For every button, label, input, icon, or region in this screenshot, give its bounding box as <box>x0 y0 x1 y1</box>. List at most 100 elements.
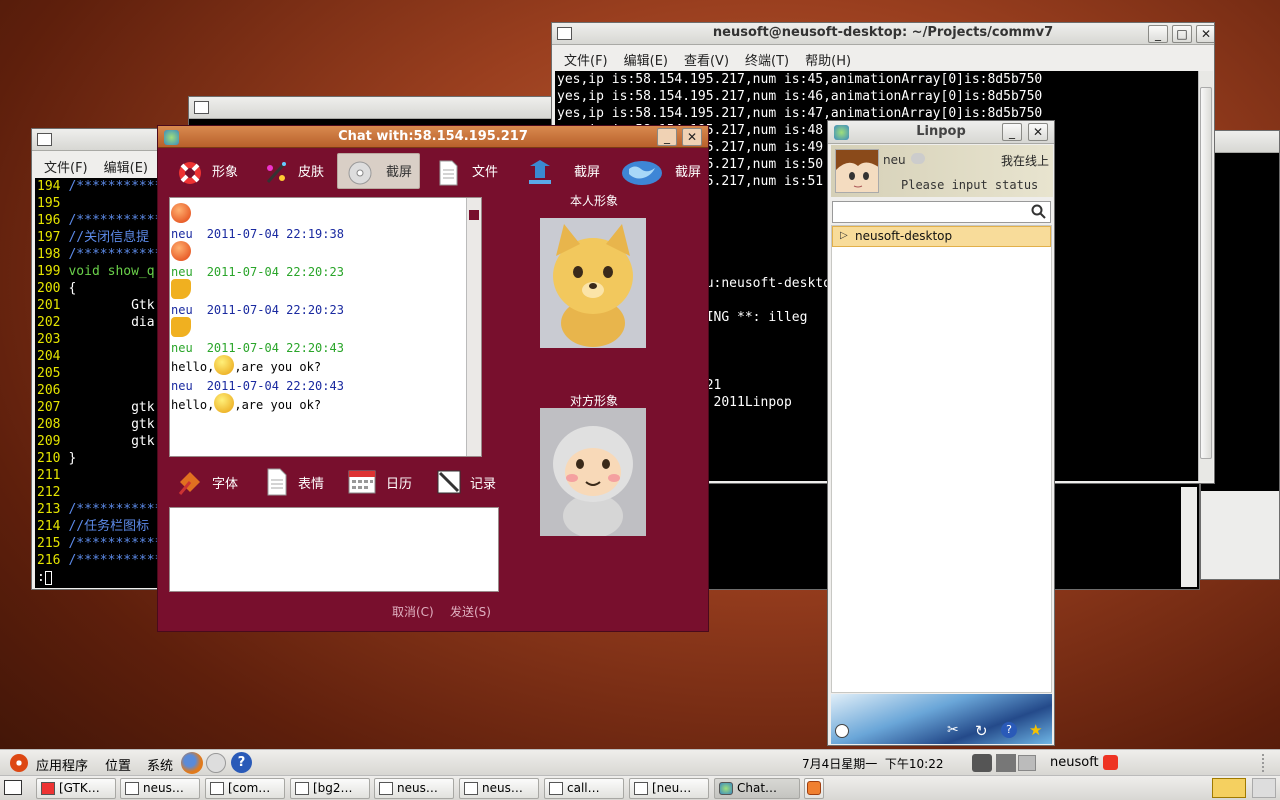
menu-terminal[interactable]: 终端(T) <box>745 54 789 69</box>
mail-icon[interactable] <box>206 753 226 773</box>
tool-calendar[interactable]: 日历 <box>348 468 428 496</box>
star-icon[interactable]: ★ <box>1029 721 1042 739</box>
line-number: 200 <box>37 281 61 296</box>
taskbar-button[interactable]: [com… <box>205 778 285 799</box>
system-menu[interactable]: 系统 <box>147 755 173 774</box>
tool-screenshot-2[interactable]: 截屏 <box>526 156 601 190</box>
workspace-2[interactable] <box>1252 778 1276 798</box>
message-history[interactable]: neu 2011-07-04 22:19:38 neu 2011-07-04 22:2… <box>169 197 482 457</box>
help-icon[interactable]: ? <box>1001 722 1017 738</box>
document-icon <box>439 160 458 186</box>
show-desktop-icon[interactable] <box>4 780 22 795</box>
code-line: 195 <box>37 195 162 212</box>
tool-history[interactable]: 记录 <box>436 468 516 496</box>
applications-menu[interactable]: 应用程序 <box>36 755 88 774</box>
history-scrollbar[interactable] <box>466 198 481 456</box>
tool-screenshot-3[interactable]: 截屏 <box>621 156 701 190</box>
taskbar-button[interactable]: [neu… <box>629 778 709 799</box>
tool-label: 皮肤 <box>298 165 325 180</box>
taskbar-button-label: neus… <box>397 781 438 795</box>
code-text: { <box>68 281 77 296</box>
scrollbar-thumb[interactable] <box>1200 87 1212 459</box>
online-status[interactable]: 我在线上 <box>1001 152 1049 169</box>
terminal-scrollbar[interactable] <box>1198 71 1213 481</box>
code-text: dia <box>68 315 155 330</box>
line-number: 197 <box>37 230 61 245</box>
clock[interactable]: 7月4日星期一 下午10:22 <box>802 755 943 772</box>
code-line: 197 //关闭信息提 <box>37 229 162 246</box>
places-menu[interactable]: 位置 <box>105 755 131 774</box>
taskbar-button[interactable]: neus… <box>459 778 539 799</box>
taskbar-button[interactable]: call… <box>544 778 624 799</box>
minimize-button[interactable]: _ <box>657 128 677 146</box>
power-icon[interactable] <box>1103 755 1118 770</box>
maximize-button[interactable]: □ <box>1172 25 1192 43</box>
taskbar-button[interactable]: [bg2… <box>290 778 370 799</box>
scrollbar[interactable] <box>1181 487 1197 587</box>
expander-icon[interactable]: ▷ <box>840 230 848 241</box>
menu-view[interactable]: 查看(V) <box>684 54 729 69</box>
menu-bar: 文件(F) 编辑(E) 查看(V) 终端(T) 帮助(H) <box>564 50 867 69</box>
volume-icon[interactable] <box>996 754 1016 772</box>
close-button[interactable]: ✕ <box>682 128 702 146</box>
message-time: 2011-07-04 22:19:38 <box>206 227 344 241</box>
taskbar-button[interactable]: neus… <box>374 778 454 799</box>
title-bar[interactable]: Linpop _ ✕ <box>828 121 1054 144</box>
title-bar[interactable] <box>32 129 162 151</box>
send-button[interactable]: 发送(S) <box>450 603 491 620</box>
network-icon[interactable] <box>972 754 992 772</box>
taskbar-button[interactable]: [GTK… <box>36 778 116 799</box>
workspace-switcher[interactable] <box>1212 778 1246 798</box>
minimize-button[interactable]: _ <box>1002 123 1022 141</box>
title-bar[interactable]: neusoft@neusoft-desktop: ~/Projects/comm… <box>552 23 1214 45</box>
ubuntu-logo-icon[interactable] <box>10 754 28 772</box>
scrollbar-thumb[interactable] <box>469 210 479 220</box>
message-header: neu 2011-07-04 22:20:23 <box>171 303 481 317</box>
taskbar-button-linpop[interactable] <box>804 778 824 799</box>
minimize-button[interactable]: _ <box>1148 25 1168 43</box>
user-menu[interactable]: neusoft <box>1050 755 1099 770</box>
terminal-icon <box>634 782 648 795</box>
tool-label: 文件 <box>472 165 499 180</box>
printer-icon[interactable] <box>1018 755 1036 771</box>
clock-icon[interactable] <box>835 724 849 738</box>
menu-edit[interactable]: 编辑(E) <box>104 161 148 176</box>
search-icon[interactable] <box>1031 204 1047 220</box>
close-button[interactable]: ✕ <box>1028 123 1048 141</box>
code-view[interactable]: 194 /************ 195 196 /************ 197 //… <box>35 178 163 588</box>
menu-help[interactable]: 帮助(H) <box>805 54 851 69</box>
tool-emoticon[interactable]: 表情 <box>264 468 344 496</box>
taskbar-button[interactable]: Chat… <box>714 778 800 799</box>
tool-font[interactable]: 字体 <box>176 468 256 496</box>
menu-file[interactable]: 文件(F) <box>564 54 608 69</box>
contact-list[interactable]: ▷ neusoft-desktop <box>831 225 1052 693</box>
message-input[interactable] <box>169 507 499 592</box>
command-line[interactable]: : <box>37 569 162 586</box>
cancel-button[interactable]: 取消(C) <box>392 603 434 620</box>
message-sender: neu <box>171 341 193 355</box>
message-text-part: ,are you ok? <box>234 398 322 412</box>
taskbar-button[interactable]: neus… <box>120 778 200 799</box>
message-header: neu 2011-07-04 22:20:43 <box>171 379 481 393</box>
terminal-icon <box>379 782 393 795</box>
refresh-icon[interactable]: ↻ <box>975 722 988 740</box>
tool-file[interactable]: 文件 <box>434 156 504 190</box>
status-message-input[interactable]: Please input status <box>901 178 1038 192</box>
tool-skin[interactable]: 皮肤 <box>262 156 332 190</box>
code-line: 199 void show_q <box>37 263 162 280</box>
help-icon[interactable]: ? <box>231 752 252 773</box>
tool-screenshot[interactable]: 截屏 <box>346 156 416 190</box>
tools-icon[interactable]: ✂ <box>947 722 959 738</box>
code-text: /************ <box>68 553 163 568</box>
menu-edit[interactable]: 编辑(E) <box>624 54 668 69</box>
contact-group[interactable]: ▷ neusoft-desktop <box>832 226 1051 247</box>
user-name: neu <box>883 153 906 167</box>
tool-avatar[interactable]: 形象 <box>176 156 246 190</box>
code-line: 215 /************ <box>37 535 162 552</box>
search-input[interactable] <box>832 201 1051 223</box>
close-button[interactable]: ✕ <box>1196 25 1214 43</box>
firefox-icon[interactable] <box>181 752 203 774</box>
title-bar[interactable]: Chat with:58.154.195.217 _ ✕ <box>158 126 708 148</box>
menu-file[interactable]: 文件(F) <box>44 161 88 176</box>
user-avatar[interactable] <box>835 149 879 193</box>
